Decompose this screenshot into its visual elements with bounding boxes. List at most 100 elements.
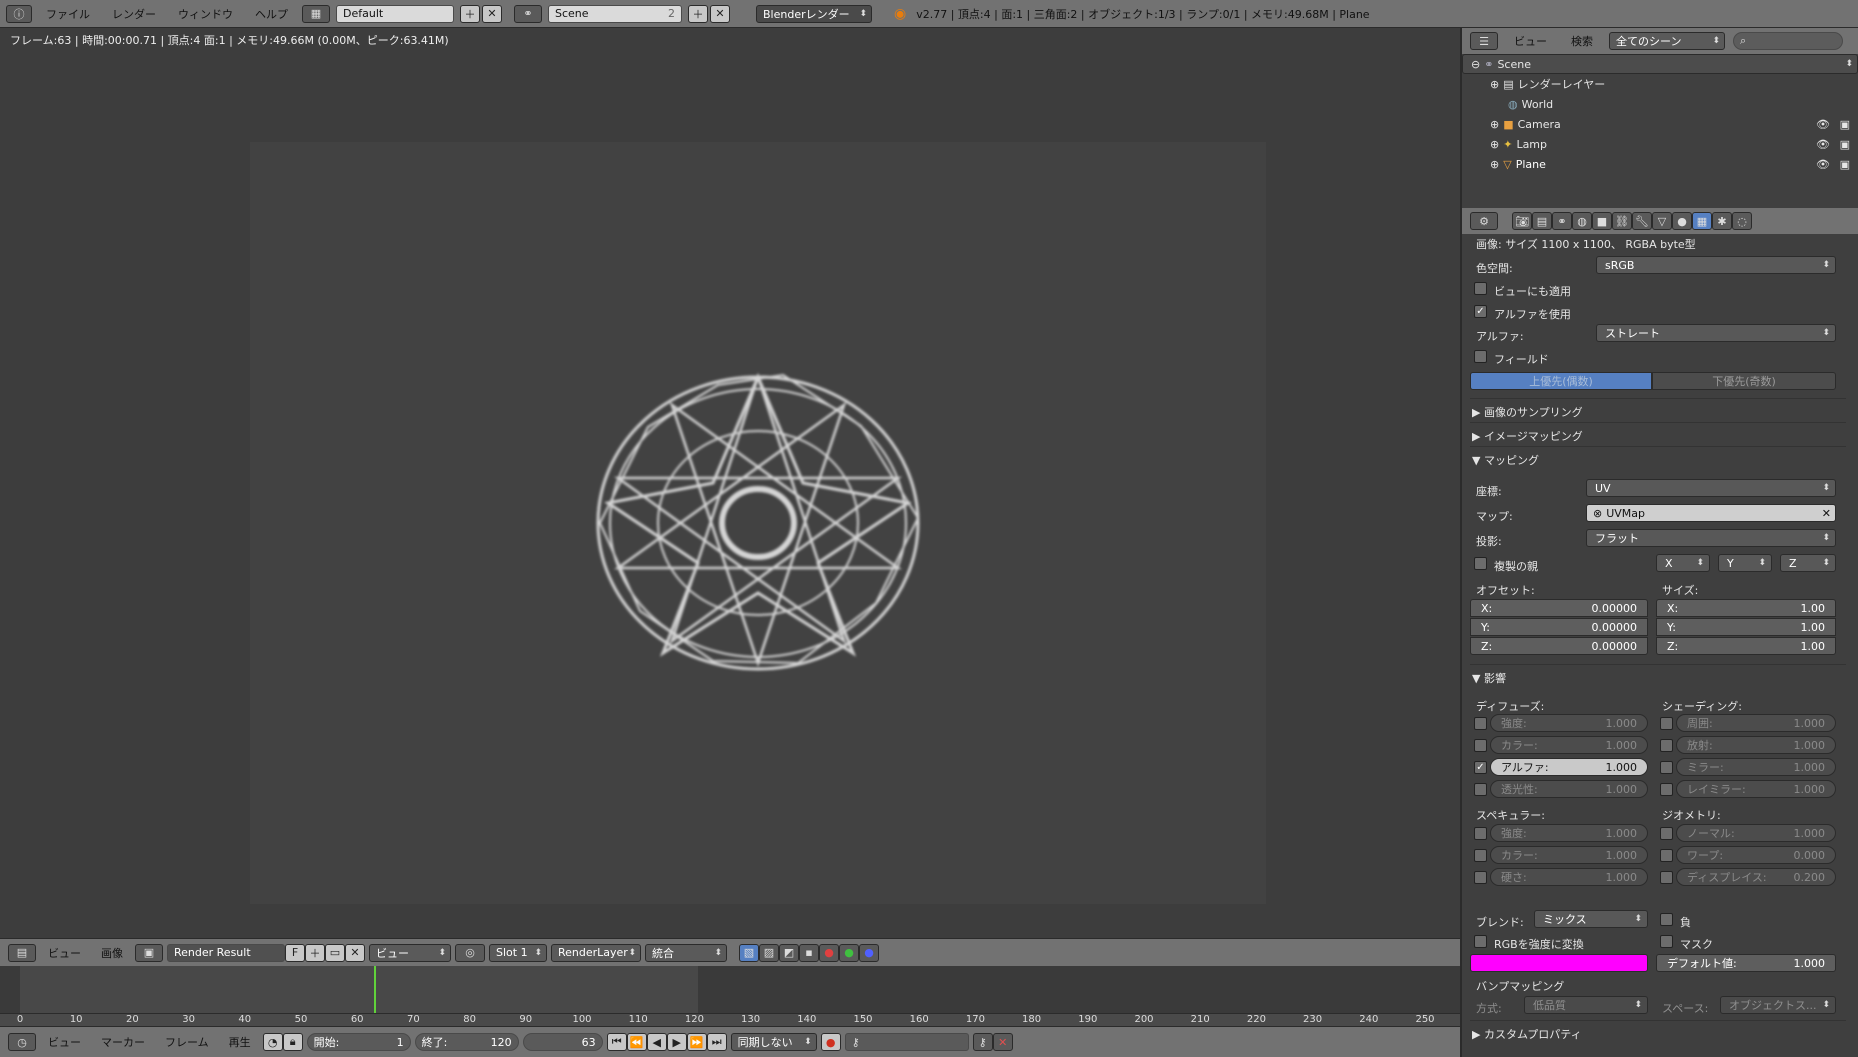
offset-z-field[interactable]: Z: 0.00000 — [1470, 637, 1648, 655]
unlink-image-button[interactable]: ✕ — [345, 943, 365, 962]
image-name-field[interactable]: Render Result — [167, 943, 285, 962]
size-x-field[interactable]: X: 1.00 — [1656, 599, 1836, 617]
blend-select[interactable]: ミックス — [1534, 910, 1648, 928]
visibility-eye-icon[interactable]: 👁︎ — [1816, 138, 1830, 151]
add-scene-button[interactable]: ＋ — [688, 4, 708, 23]
panel-influence-header[interactable]: ▼ 影響 — [1472, 670, 1506, 686]
render-camera-icon[interactable]: ▣ — [1840, 138, 1850, 151]
remove-layout-button[interactable]: ✕ — [482, 4, 502, 23]
current-frame-field[interactable]: 63 — [522, 1033, 603, 1051]
shading-ambient-field[interactable]: 周囲: 1.000 — [1676, 714, 1836, 732]
tab-texture-icon[interactable]: ▦ — [1692, 212, 1712, 230]
menu-view[interactable]: ビュー — [40, 945, 89, 961]
mapping-y-select[interactable]: Y — [1718, 554, 1772, 572]
default-value-field[interactable]: デフォルト値: 1.000 — [1656, 954, 1836, 972]
draw-rgb-icon[interactable]: ▨ — [759, 943, 779, 962]
uvmap-field[interactable]: ⊗ UVMap ✕ — [1586, 504, 1836, 522]
tab-particles-icon[interactable]: ✱ — [1712, 212, 1732, 230]
bump-space-select[interactable]: オブジェクトス... — [1720, 996, 1836, 1014]
shading-emit-field[interactable]: 放射: 1.000 — [1676, 736, 1836, 754]
tl-menu-frame[interactable]: フレーム — [157, 1034, 217, 1050]
field-order-lower-button[interactable]: 下優先(奇数) — [1652, 372, 1836, 390]
scene-icon[interactable]: ⚭ — [514, 4, 542, 23]
mapping-z-select[interactable]: Z — [1780, 554, 1836, 572]
outliner-panel[interactable]: ☰ ビュー 検索 全てのシーン ⌕ ⊖⚭Scene ⊕▤レンダーレイヤー ◍Wo… — [1460, 28, 1858, 208]
play-icon[interactable]: ▶ — [666, 1033, 687, 1051]
insert-keyframe-icon[interactable]: ⚷ — [972, 1033, 993, 1051]
slot-select[interactable]: Slot 1 — [489, 943, 547, 962]
draw-rgba-icon[interactable]: ▧ — [739, 943, 759, 962]
info-editor-type-button[interactable]: ⓘ — [6, 4, 32, 23]
render-result-canvas[interactable] — [250, 142, 1266, 904]
tab-data-icon[interactable]: ▽ — [1652, 212, 1672, 230]
tab-scene-icon[interactable]: ⚭ — [1552, 212, 1572, 230]
editor-type-image-icon[interactable]: ▤ — [8, 943, 36, 962]
texture-color-swatch[interactable] — [1470, 954, 1648, 972]
shading-emit-checkbox[interactable] — [1660, 739, 1673, 752]
properties-editor-icon[interactable]: ⚙ — [1470, 212, 1498, 230]
add-layout-button[interactable]: ＋ — [460, 4, 480, 23]
menu-image[interactable]: 画像 — [93, 945, 131, 961]
tab-material-icon[interactable]: ● — [1672, 212, 1692, 230]
shading-raymirror-checkbox[interactable] — [1660, 783, 1673, 796]
jump-end-icon[interactable]: ⏭ — [706, 1033, 727, 1051]
shading-raymirror-field[interactable]: レイミラー: 1.000 — [1676, 780, 1836, 798]
specular-intensity-field[interactable]: 強度: 1.000 — [1490, 824, 1648, 842]
alpha-mode-select[interactable]: ストレート — [1596, 324, 1836, 342]
geometry-displace-field[interactable]: ディスプレイス: 0.200 — [1676, 868, 1836, 886]
geometry-displace-checkbox[interactable] — [1660, 871, 1673, 884]
diffuse-translucency-checkbox[interactable] — [1474, 783, 1487, 796]
diffuse-alpha-field[interactable]: アルファ: 1.000 — [1490, 758, 1648, 776]
specular-hardness-checkbox[interactable] — [1474, 871, 1487, 884]
view-mode-select[interactable]: ビュー — [369, 943, 451, 962]
stencil-checkbox[interactable] — [1660, 935, 1673, 948]
outliner-search-input[interactable]: ⌕ — [1733, 32, 1843, 50]
menu-file[interactable]: ファイル — [38, 6, 98, 22]
outliner-row-camera[interactable]: ⊕ ■ Camera 👁︎ ▣ — [1462, 114, 1858, 134]
layout-icon[interactable]: ▦ — [302, 4, 330, 23]
panel-mapping-header[interactable]: ▼ マッピング — [1472, 452, 1539, 468]
tl-menu-marker[interactable]: マーカー — [93, 1034, 153, 1050]
tab-object-icon[interactable]: ■ — [1592, 212, 1612, 230]
render-pass-select[interactable]: 統合 — [645, 943, 727, 962]
tl-menu-playback[interactable]: 再生 — [221, 1034, 259, 1050]
diffuse-intensity-checkbox[interactable] — [1474, 717, 1487, 730]
panel-image-mapping-header[interactable]: ▶ イメージマッピング — [1472, 428, 1583, 444]
menu-help[interactable]: ヘルプ — [247, 6, 296, 22]
tab-physics-icon[interactable]: ◌ — [1732, 212, 1752, 230]
green-channel-icon[interactable]: ● — [839, 943, 859, 962]
red-channel-icon[interactable]: ● — [819, 943, 839, 962]
visibility-eye-icon[interactable]: 👁︎ — [1816, 158, 1830, 171]
diffuse-alpha-checkbox[interactable]: ✓ — [1474, 761, 1487, 774]
draw-alpha-icon[interactable]: ◩ — [779, 943, 799, 962]
image-editor-viewport[interactable]: フレーム:63 | 時間:00:00.71 | 頂点:4 面:1 | メモリ:4… — [0, 28, 1460, 938]
coords-select[interactable]: UV — [1586, 479, 1836, 497]
scene-field[interactable]: Scene 2 — [548, 4, 682, 23]
size-z-field[interactable]: Z: 1.00 — [1656, 637, 1836, 655]
shading-ambient-checkbox[interactable] — [1660, 717, 1673, 730]
clear-icon[interactable]: ✕ — [1822, 507, 1831, 520]
timeline-ruler[interactable]: 0 10 20 30 40 50 60 70 80 90 100 110 120 130 140 150 160… — [0, 1013, 1460, 1026]
start-frame-field[interactable]: 開始: 1 — [306, 1033, 411, 1051]
tab-layers-icon[interactable]: ▤ — [1532, 212, 1552, 230]
colorspace-select[interactable]: sRGB — [1596, 256, 1836, 274]
panel-sampling-header[interactable]: ▶ 画像のサンプリング — [1472, 404, 1583, 420]
outliner-row-world[interactable]: ◍ World — [1462, 94, 1858, 114]
outliner-row-lamp[interactable]: ⊕ ✦ Lamp 👁︎ ▣ — [1462, 134, 1858, 154]
specular-intensity-checkbox[interactable] — [1474, 827, 1487, 840]
render-camera-icon[interactable]: ▣ — [1840, 158, 1850, 171]
size-y-field[interactable]: Y: 1.00 — [1656, 618, 1836, 636]
negative-checkbox[interactable] — [1660, 913, 1673, 926]
panel-custom-props-header[interactable]: ▶ カスタムプロパティ — [1472, 1026, 1582, 1042]
outliner-row-renderlayers[interactable]: ⊕ ▤ レンダーレイヤー — [1462, 74, 1858, 94]
specular-color-field[interactable]: カラー: 1.000 — [1490, 846, 1648, 864]
specular-color-checkbox[interactable] — [1474, 849, 1487, 862]
shading-mirror-checkbox[interactable] — [1660, 761, 1673, 774]
outliner-menu-search[interactable]: 検索 — [1563, 33, 1601, 49]
play-reverse-icon[interactable]: ◀ — [646, 1033, 667, 1051]
render-layer-select[interactable]: RenderLayer — [551, 943, 641, 962]
offset-y-field[interactable]: Y: 0.00000 — [1470, 618, 1648, 636]
blue-channel-icon[interactable]: ● — [859, 943, 879, 962]
tab-modifiers-icon[interactable]: 🔧︎ — [1632, 212, 1652, 230]
jump-start-icon[interactable]: ⏮ — [606, 1033, 627, 1051]
